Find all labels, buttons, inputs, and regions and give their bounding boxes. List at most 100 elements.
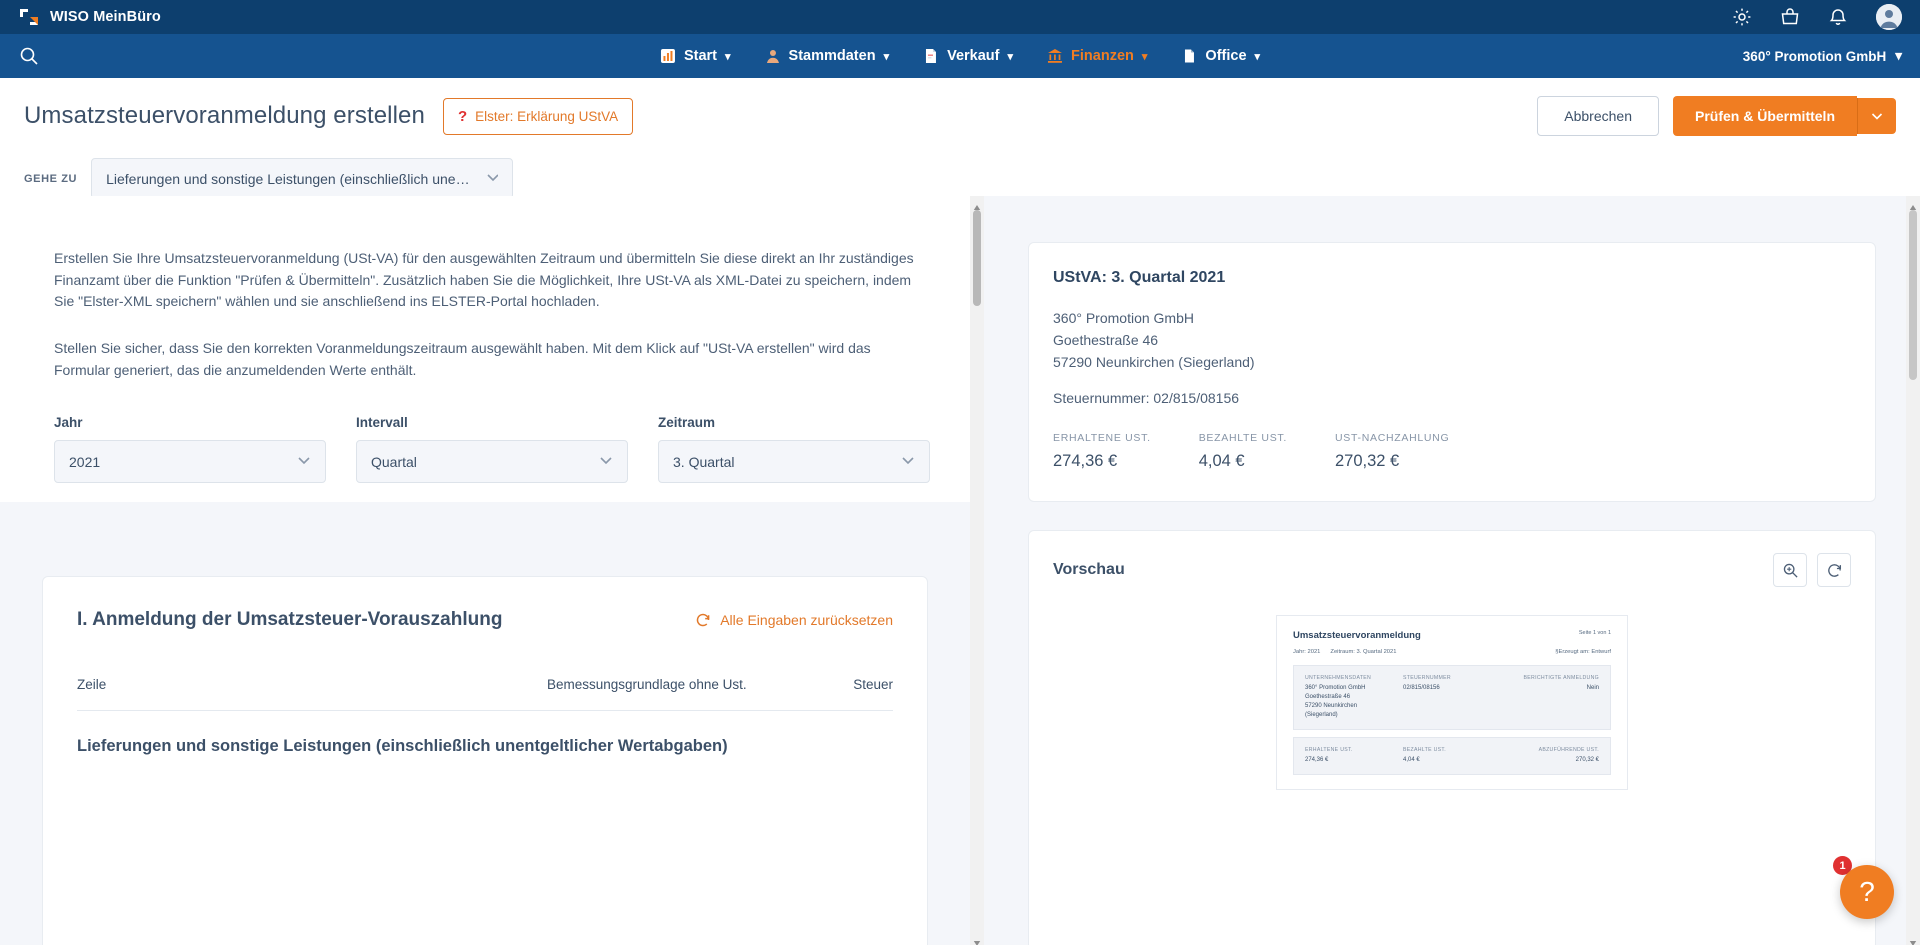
right-scrollbar[interactable] (1906, 196, 1920, 945)
left-pane: Erstellen Sie Ihre Umsatzsteuervoranmeld… (0, 196, 984, 945)
preview-zoom-button[interactable] (1773, 553, 1807, 588)
doc-box-unternehmensdaten: UNTERNEHMENSDATEN 360° Promotion GmbH Go… (1293, 665, 1611, 731)
doc-value: 270,32 € (1575, 757, 1599, 764)
panel-title: I. Anmeldung der Umsatzsteuer-Vorauszahl… (77, 609, 503, 630)
left-scrollbar[interactable] (970, 196, 984, 945)
preview-title: Vorschau (1053, 561, 1125, 579)
doc-zeitraum: Zeitraum: 3. Quartal 2021 (1330, 649, 1397, 656)
help-button[interactable]: ? (1840, 865, 1894, 919)
column-header-steuer: Steuer (853, 677, 893, 692)
gear-icon[interactable] (1732, 7, 1752, 27)
goto-select-value: Lieferungen und sonstige Leistungen (ein… (106, 170, 476, 187)
refresh-icon (1827, 564, 1841, 577)
scroll-down-arrow-icon[interactable] (1909, 934, 1917, 945)
submit-dropdown-button[interactable] (1857, 98, 1896, 134)
intro-paragraph-1: Erstellen Sie Ihre Umsatzsteuervoranmeld… (54, 250, 914, 310)
nav-item-verkauf[interactable]: Verkauf ▾ (923, 48, 1013, 64)
page-header-actions: Abbrechen Prüfen & Übermitteln (1537, 96, 1896, 136)
goto-select[interactable]: Lieferungen und sonstige Leistungen (ein… (91, 158, 514, 199)
doc-jahr: Jahr: 2021 (1293, 649, 1321, 656)
chevron-down-icon (476, 170, 499, 187)
nav-items: Start ▾ Stammdaten ▾ Verkauf ▾ Finanzen … (660, 48, 1260, 64)
nav-item-stammdaten[interactable]: Stammdaten ▾ (765, 48, 890, 64)
reset-all-button[interactable]: Alle Eingaben zurücksetzen (695, 612, 893, 628)
lower-section: I. Anmeldung der Umsatzsteuer-Vorauszahl… (0, 502, 970, 945)
chevron-down-icon (901, 453, 915, 470)
anmeldung-panel: I. Anmeldung der Umsatzsteuer-Vorauszahl… (42, 576, 928, 945)
stat-erhaltene-ust: ERHALTENE UST. 274,36 € (1053, 432, 1151, 471)
person-icon (765, 48, 781, 64)
brand-bar: WISO MeinBüro (0, 0, 1920, 34)
page-header-top: Umsatzsteuervoranmeldung erstellen ? Els… (24, 96, 1896, 136)
scroll-up-arrow-icon[interactable] (973, 199, 981, 210)
left-scrollbar-thumb[interactable] (973, 210, 981, 306)
column-header-zeile: Zeile (77, 677, 107, 692)
zeitraum-select[interactable]: 3. Quartal (658, 440, 930, 484)
doc-page-indicator: Seite 1 von 1 (1578, 630, 1611, 637)
bank-icon (1047, 48, 1063, 64)
panel-head: I. Anmeldung der Umsatzsteuer-Vorauszahl… (77, 609, 893, 631)
right-scrollbar-thumb[interactable] (1909, 210, 1917, 380)
doc-label: ERHALTENE UST. (1305, 747, 1353, 754)
document-preview-thumbnail[interactable]: Umsatzsteuervoranmeldung Seite 1 von 1 J… (1276, 615, 1628, 791)
chevron-down-icon: ▾ (725, 50, 731, 63)
table-header-row: Zeile Bemessungsgrundlage ohne Ust. Steu… (77, 677, 893, 711)
stat-value: 4,04 € (1198, 452, 1245, 471)
doc-col-bezahlte-ust: BEZAHLTE UST. 4,04 € (1403, 747, 1501, 765)
scroll-up-arrow-icon[interactable] (1909, 199, 1917, 210)
summary-address: 360° Promotion GmbH Goethestraße 46 5729… (1053, 307, 1851, 373)
search-icon[interactable] (18, 45, 40, 67)
doc-label: ABZUFÜHRENDE UST. (1538, 747, 1599, 754)
chevron-down-icon: ▾ (883, 50, 890, 63)
elster-help-button[interactable]: ? Elster: Erklärung UStVA (442, 97, 634, 135)
preview-actions (1773, 553, 1851, 588)
chevron-down-icon: ▾ (1254, 50, 1261, 63)
stat-label: ERHALTENE UST. (1053, 432, 1151, 445)
intro-text: Erstellen Sie Ihre Umsatzsteuervoranmeld… (0, 196, 984, 381)
doc-label: BEZAHLTE UST. (1403, 747, 1447, 754)
document-icon (923, 48, 939, 64)
shop-icon[interactable] (1780, 7, 1800, 27)
field-label: Intervall (356, 415, 408, 431)
doc-col-abzufuehrende-ust: ABZUFÜHRENDE UST. 270,32 € (1501, 747, 1599, 765)
period-form: Jahr 2021 Intervall Quartal Zeitraum 3. … (0, 415, 984, 484)
doc-col-berichtigte-anmeldung: BERICHTIGTE ANMELDUNG Nein (1501, 675, 1599, 720)
page-title: Umsatzsteuervoranmeldung erstellen (24, 102, 425, 129)
doc-box-betraege: ERHALTENE UST. 274,36 € BEZAHLTE UST. 4,… (1293, 737, 1611, 776)
brand-name: WISO MeinBüro (50, 9, 161, 25)
summary-stats: ERHALTENE UST. 274,36 € BEZAHLTE UST. 4,… (1053, 432, 1851, 471)
intervall-select[interactable]: Quartal (356, 440, 628, 484)
content-area: Erstellen Sie Ihre Umsatzsteuervoranmeld… (0, 196, 1920, 945)
doc-label: UNTERNEHMENSDATEN (1305, 675, 1372, 682)
nav-item-label: Finanzen (1071, 48, 1134, 64)
brand-bar-actions (1732, 4, 1902, 30)
wiso-logo-icon (18, 6, 40, 28)
submit-button[interactable]: Prüfen & Übermitteln (1672, 96, 1857, 136)
cancel-button[interactable]: Abbrechen (1537, 96, 1659, 136)
ustva-summary-card: UStVA: 3. Quartal 2021 360° Promotion Gm… (1028, 242, 1876, 503)
user-avatar-icon[interactable] (1876, 4, 1902, 30)
field-jahr: Jahr 2021 (54, 415, 326, 484)
summary-company: 360° Promotion GmbH (1053, 310, 1194, 326)
reset-all-label: Alle Eingaben zurücksetzen (720, 612, 893, 628)
bell-icon[interactable] (1828, 7, 1848, 27)
doc-subline: Jahr: 2021 Zeitraum: 3. Quartal 2021 §Er… (1293, 649, 1611, 655)
scroll-down-arrow-icon[interactable] (973, 934, 981, 945)
preview-refresh-button[interactable] (1817, 553, 1851, 588)
nav-item-office[interactable]: Office ▾ (1181, 48, 1260, 64)
refresh-icon (696, 613, 710, 627)
stat-value: 270,32 € (1334, 452, 1400, 471)
nav-item-finanzen[interactable]: Finanzen ▾ (1047, 48, 1147, 64)
nav-item-start[interactable]: Start ▾ (660, 48, 731, 64)
summary-city: 57290 Neunkirchen (Siegerland) (1053, 354, 1255, 371)
jahr-select[interactable]: 2021 (54, 440, 326, 484)
field-zeitraum: Zeitraum 3. Quartal (658, 415, 930, 484)
preview-card: Vorschau Umsatzsteuervoranmeldung Seite … (1028, 530, 1876, 945)
nav-item-label: Office (1205, 48, 1247, 64)
nav-item-label: Start (683, 48, 718, 64)
doc-label: STEUERNUMMER (1403, 675, 1451, 682)
field-label: Zeitraum (658, 415, 716, 431)
company-selector[interactable]: 360° Promotion GmbH ▾ (1743, 48, 1902, 64)
stat-label: UST-NACHZAHLUNG (1334, 432, 1450, 445)
intro-paragraph-2: Stellen Sie sicher, dass Sie den korrekt… (54, 340, 871, 378)
